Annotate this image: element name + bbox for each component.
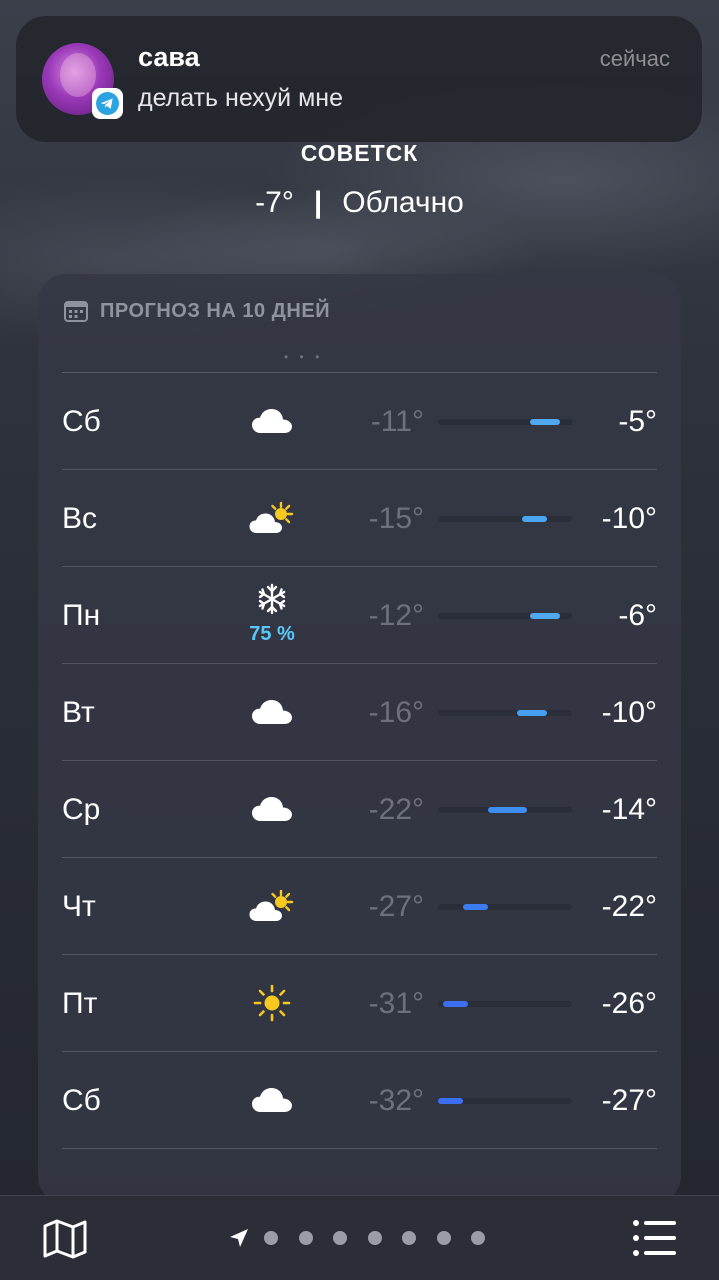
- partly-sunny-icon: [247, 888, 297, 924]
- forecast-header-label: ПРОГНОЗ НА 10 ДНЕЙ: [100, 299, 331, 322]
- low-temperature: -22°: [368, 793, 424, 826]
- temperature-range-fill: [522, 516, 548, 522]
- page-dot[interactable]: [471, 1231, 485, 1245]
- low-temperature: -15°: [368, 502, 424, 535]
- low-temperature: -16°: [368, 696, 424, 729]
- current-temperature: -7°: [255, 186, 294, 219]
- cloud-icon: [247, 403, 297, 439]
- high-temperature: -22°: [601, 890, 657, 923]
- high-temperature: -27°: [601, 1084, 657, 1117]
- high-temperature: -10°: [601, 502, 657, 535]
- temperature-range-fill: [442, 1001, 468, 1007]
- temperature-range-bar: [438, 1001, 572, 1007]
- forecast-row[interactable]: Пн 75 % -12° -6°: [62, 567, 657, 664]
- temperature-range-bar: [438, 613, 572, 619]
- forecast-day: Вт: [62, 696, 95, 729]
- forecast-row[interactable]: Чт -27° -22°: [62, 858, 657, 955]
- forecast-day: Ср: [62, 793, 101, 826]
- high-temperature: -10°: [601, 696, 657, 729]
- list-icon: [633, 1220, 676, 1256]
- current-condition: Облачно: [342, 186, 464, 219]
- partly-sunny-icon: [247, 500, 297, 536]
- forecast-day: Вс: [62, 502, 98, 535]
- cloud-icon: [247, 791, 297, 827]
- calendar-icon: [64, 301, 88, 322]
- list-button[interactable]: [632, 1218, 678, 1258]
- page-dot[interactable]: [402, 1231, 416, 1245]
- temperature-range-bar: [438, 710, 572, 716]
- high-temperature: -6°: [618, 599, 657, 632]
- telegram-icon: [92, 88, 123, 119]
- forecast-day: Пн: [62, 599, 101, 632]
- high-temperature: -5°: [618, 405, 657, 438]
- cloud-icon: [247, 694, 297, 730]
- snowflake-icon: [247, 581, 297, 617]
- temperature-range-fill: [438, 1098, 463, 1104]
- forecast-row[interactable]: Сб -11° -5°: [62, 373, 657, 470]
- map-button[interactable]: [42, 1218, 88, 1260]
- notification-time: сейчас: [599, 46, 670, 71]
- bottom-toolbar: [0, 1195, 719, 1280]
- separator: |: [313, 186, 323, 219]
- temperature-range-fill: [462, 904, 488, 910]
- ten-day-forecast-card[interactable]: ПРОГНОЗ НА 10 ДНЕЙ • • • Сб -11° -5° Вс -15°…: [38, 274, 681, 1204]
- temperature-range-fill: [517, 710, 548, 716]
- temperature-range-fill: [487, 807, 528, 813]
- temperature-range-bar: [438, 904, 572, 910]
- sun-icon: [247, 984, 297, 1022]
- precipitation-chance: 75 %: [249, 623, 295, 645]
- cloud-icon: [247, 1082, 297, 1118]
- notification-banner[interactable]: сава сейчас делать нехуй мне: [16, 16, 702, 142]
- map-icon: [43, 1219, 87, 1259]
- notification-message: делать нехуй мне: [138, 84, 343, 112]
- page-dot[interactable]: [436, 1231, 451, 1245]
- forecast-row[interactable]: Пт -31° -26°: [62, 955, 657, 1052]
- forecast-day: Чт: [62, 890, 96, 923]
- notification-sender: сава: [138, 42, 200, 72]
- temperature-range-fill: [530, 613, 560, 619]
- forecast-day: Сб: [62, 1084, 101, 1117]
- low-temperature: -32°: [368, 1084, 424, 1117]
- page-dot[interactable]: [298, 1231, 313, 1245]
- high-temperature: -14°: [601, 793, 657, 826]
- low-temperature: -27°: [368, 890, 424, 923]
- page-dot[interactable]: [264, 1231, 278, 1245]
- city-name: СОВЕТСК: [300, 140, 419, 166]
- current-conditions: -7° | Облачно: [0, 186, 719, 220]
- temperature-range-bar: [438, 1098, 572, 1104]
- low-temperature: -12°: [368, 599, 424, 632]
- low-temperature: -31°: [368, 987, 424, 1020]
- forecast-rows: Сб -11° -5° Вс -15° -10° Пн 75 % -12° -6° Вт -16° -1…: [62, 373, 657, 1149]
- page-dot[interactable]: [367, 1231, 382, 1245]
- temperature-range-fill: [530, 419, 560, 425]
- temperature-range-bar: [438, 807, 572, 813]
- temperature-range-bar: [438, 419, 572, 425]
- low-temperature: -11°: [370, 405, 424, 438]
- high-temperature: -26°: [601, 987, 657, 1020]
- location-arrow-icon: [230, 1229, 248, 1247]
- forecast-row[interactable]: Ср -22° -14°: [62, 761, 657, 858]
- temperature-range-bar: [438, 516, 572, 522]
- forecast-row[interactable]: Вс -15° -10°: [62, 470, 657, 567]
- forecast-row[interactable]: Сб -32° -27°: [62, 1052, 657, 1149]
- forecast-day: Пт: [62, 987, 98, 1020]
- forecast-day: Сб: [62, 405, 101, 438]
- page-indicator[interactable]: [228, 1226, 506, 1250]
- scrolled-content-hint: • • •: [284, 350, 324, 364]
- page-dot[interactable]: [333, 1231, 347, 1245]
- forecast-header: ПРОГНОЗ НА 10 ДНЕЙ: [64, 298, 330, 324]
- forecast-row[interactable]: Вт -16° -10°: [62, 664, 657, 761]
